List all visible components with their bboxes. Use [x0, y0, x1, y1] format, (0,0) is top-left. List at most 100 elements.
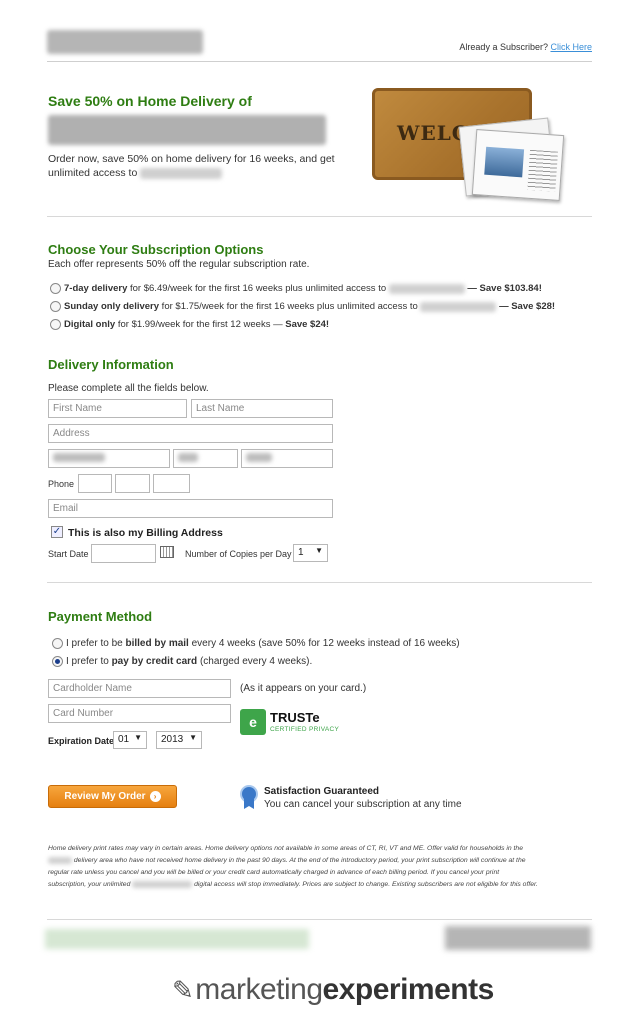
fine-print-line: subscription, your unlimited — [48, 881, 131, 888]
city-field[interactable] — [48, 449, 170, 468]
pay-by-card-option[interactable]: I prefer to pay by credit card (charged … — [52, 656, 312, 667]
redacted-footer-text — [45, 929, 309, 949]
subscriber-prompt: Already a Subscriber? Click Here — [459, 42, 592, 52]
truste-seal-icon: e — [240, 709, 266, 735]
option-text: for $1.75/week for the first 16 weeks pl… — [159, 301, 418, 313]
option-prefix: I prefer to — [66, 656, 112, 668]
top-bar: Already a Subscriber? Click Here — [47, 30, 592, 62]
subscriber-text: Already a Subscriber? — [459, 42, 548, 52]
address-field[interactable]: Address — [48, 424, 333, 443]
chevron-down-icon: ▼ — [315, 546, 323, 555]
option-name: Digital only — [64, 319, 116, 331]
redacted-value — [178, 453, 198, 462]
pen-icon: ✎ — [172, 975, 194, 1005]
bill-by-mail-option[interactable]: I prefer to be billed by mail every 4 we… — [52, 638, 460, 649]
last-name-field[interactable]: Last Name — [191, 399, 333, 418]
radio-button[interactable] — [52, 638, 63, 649]
newspaper-photo — [484, 146, 525, 178]
fine-print-line: delivery area who have not received home… — [73, 857, 526, 864]
copies-select[interactable]: 1 ▼ — [293, 544, 328, 562]
fine-print: Home delivery print rates may vary in ce… — [48, 843, 593, 891]
publication-logo — [47, 30, 203, 54]
radio-button[interactable] — [50, 301, 61, 312]
redacted-site-name — [388, 283, 465, 294]
state-field[interactable] — [173, 449, 238, 468]
award-ribbon-icon — [240, 785, 258, 809]
fine-print-line: digital access will stop immediately. Pr… — [194, 881, 538, 888]
redacted-footer-logo — [445, 926, 591, 950]
start-date-field[interactable] — [91, 544, 156, 563]
click-here-link[interactable]: Click Here — [550, 42, 592, 52]
truste-badge[interactable]: e TRUSTe CERTIFIED PRIVACY — [240, 709, 340, 737]
option-suffix: (charged every 4 weeks). — [197, 656, 313, 668]
cardholder-hint: (As it appears on your card.) — [240, 683, 367, 694]
phone-label: Phone — [48, 479, 75, 489]
section-divider — [47, 582, 592, 583]
option-name: pay by credit card — [111, 656, 198, 668]
hero-description: Order now, save 50% on home delivery for… — [48, 152, 348, 180]
option-name: billed by mail — [125, 638, 189, 650]
first-name-field[interactable]: First Name — [48, 399, 187, 418]
hero-title: Save 50% on Home Delivery of — [48, 93, 252, 109]
subscription-subtitle: Each offer represents 50% off the regula… — [48, 259, 310, 270]
option-digital-only[interactable]: Digital only for $1.99/week for the firs… — [50, 319, 329, 330]
billing-address-checkbox[interactable]: ✓ — [51, 526, 63, 538]
exp-month-value: 01 — [118, 734, 130, 745]
payment-title: Payment Method — [48, 609, 153, 624]
zip-field[interactable] — [241, 449, 333, 468]
exp-month-select[interactable]: 01 ▼ — [113, 731, 147, 749]
review-order-button[interactable]: Review My Order › — [48, 785, 177, 808]
satisfaction-text: You can cancel your subscription at any … — [264, 799, 462, 810]
redacted-site-name — [140, 167, 223, 179]
option-savings: — Save $103.84! — [467, 283, 542, 295]
option-name: Sunday only delivery — [64, 301, 160, 313]
hero-image: WELCO — [370, 82, 570, 201]
start-date-label: Start Date — [48, 549, 89, 559]
option-7-day[interactable]: 7-day delivery for $6.49/week for the fi… — [50, 283, 542, 294]
card-number-field[interactable]: Card Number — [48, 704, 231, 723]
option-text: for $1.99/week for the first 12 weeks — — [115, 319, 283, 331]
logo-regular-text: marketing — [195, 973, 323, 1006]
exp-year-select[interactable]: 2013 ▼ — [156, 731, 202, 749]
radio-button-selected[interactable] — [52, 656, 63, 667]
fine-print-line: Home delivery print rates may vary in ce… — [48, 845, 523, 852]
radio-button[interactable] — [50, 319, 61, 330]
marketing-experiments-logo: ✎marketingexperiments — [172, 973, 494, 1007]
satisfaction-title: Satisfaction Guaranteed — [264, 786, 380, 797]
newspaper-image — [471, 129, 565, 201]
phone-prefix-field[interactable] — [115, 474, 150, 493]
chevron-right-icon: › — [149, 790, 161, 802]
chevron-down-icon: ▼ — [189, 733, 197, 742]
cardholder-name-field[interactable]: Cardholder Name — [48, 679, 231, 698]
phone-line-field[interactable] — [153, 474, 190, 493]
ribbon-tail — [244, 799, 254, 809]
option-savings: — Save $28! — [499, 301, 556, 313]
delivery-title: Delivery Information — [48, 357, 174, 372]
option-text: for $6.49/week for the first 16 weeks pl… — [127, 283, 387, 295]
subscription-title: Choose Your Subscription Options — [48, 242, 264, 257]
copies-value: 1 — [298, 547, 304, 558]
publication-name — [48, 115, 326, 145]
review-order-label: Review My Order — [64, 791, 146, 802]
email-field[interactable]: Email — [48, 499, 333, 518]
copies-label: Number of Copies per Day — [185, 549, 292, 559]
truste-certification: CERTIFIED PRIVACY — [270, 726, 340, 733]
footer-divider — [47, 919, 592, 920]
expiration-label: Expiration Date — [48, 736, 115, 746]
radio-button[interactable] — [50, 283, 61, 294]
phone-area-code-field[interactable] — [78, 474, 112, 493]
calendar-icon[interactable] — [160, 546, 174, 558]
redacted-site-name — [420, 301, 497, 312]
redacted-site-name — [132, 880, 193, 888]
redacted-value — [53, 453, 105, 462]
redacted-value — [246, 453, 272, 462]
billing-address-label: This is also my Billing Address — [68, 527, 223, 539]
section-divider — [47, 216, 592, 217]
option-prefix: I prefer to be — [66, 638, 126, 650]
delivery-instructions: Please complete all the fields below. — [48, 383, 209, 394]
option-suffix: every 4 weeks (save 50% for 12 weeks ins… — [188, 638, 460, 650]
fine-print-line: regular rate unless you cancel and you w… — [48, 869, 500, 876]
redacted-area — [48, 856, 72, 864]
truste-name: TRUSTe — [270, 710, 320, 725]
option-sunday-only[interactable]: Sunday only delivery for $1.75/week for … — [50, 301, 555, 312]
